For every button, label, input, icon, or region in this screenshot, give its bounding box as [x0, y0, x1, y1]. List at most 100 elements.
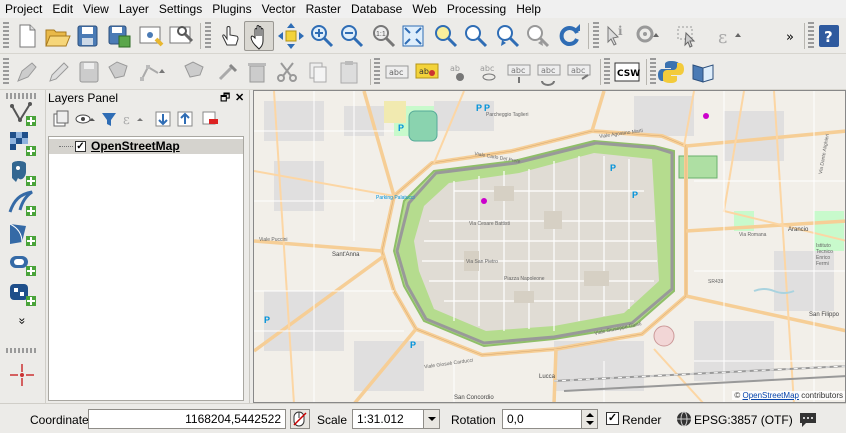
refresh-button[interactable]: [554, 21, 584, 51]
cut-features-button[interactable]: [272, 57, 302, 87]
open-project-button[interactable]: [42, 21, 72, 51]
composer-manager-button[interactable]: [166, 21, 196, 51]
touch-zoom-button[interactable]: [214, 21, 244, 51]
add-wms-layer-button[interactable]: [6, 218, 38, 248]
menu-database[interactable]: Database: [346, 0, 407, 18]
zoom-last-button[interactable]: [492, 21, 522, 51]
python-console-button[interactable]: [656, 57, 686, 87]
messages-icon[interactable]: [798, 410, 818, 428]
save-as-button[interactable]: [104, 21, 134, 51]
render-checkbox[interactable]: ✓: [606, 412, 619, 425]
osm-attribution-link[interactable]: OpenStreetMap: [742, 391, 798, 400]
map-canvas[interactable]: PP PP PP P Parcheggio Taglieri Viale Ago…: [253, 90, 846, 403]
add-feature-button[interactable]: [104, 57, 134, 87]
metasearch-button[interactable]: [688, 57, 718, 87]
copy-features-button[interactable]: [302, 57, 332, 87]
layer-row[interactable]: ✓ OpenStreetMap: [49, 139, 243, 154]
coordinate-field[interactable]: 1168204,5442522: [88, 409, 286, 429]
help-button[interactable]: ?: [816, 21, 842, 51]
node-tool-button[interactable]: [136, 57, 166, 87]
menu-plugins[interactable]: Plugins: [207, 0, 256, 18]
rotation-stepper[interactable]: [581, 410, 597, 428]
pan-to-selection-button[interactable]: [276, 21, 306, 51]
zoom-next-button[interactable]: [522, 21, 552, 51]
expand-all-icon[interactable]: [154, 109, 174, 129]
toolbar-grip[interactable]: [3, 22, 9, 50]
layer-name[interactable]: OpenStreetMap: [91, 139, 180, 154]
menu-vector[interactable]: Vector: [257, 0, 301, 18]
remove-layer-icon[interactable]: [200, 109, 220, 129]
zoom-full-button[interactable]: [398, 21, 428, 51]
gps-button[interactable]: [6, 360, 38, 390]
move-label-button[interactable]: abc: [504, 57, 534, 87]
scale-dropdown-button[interactable]: [423, 410, 439, 428]
rotation-spinbox[interactable]: 0,0: [502, 409, 598, 429]
rotate-label-button[interactable]: abc: [534, 57, 564, 87]
menu-project[interactable]: Project: [0, 0, 47, 18]
label-tool-button[interactable]: abc: [382, 57, 412, 87]
zoom-in-button[interactable]: [306, 21, 336, 51]
new-project-button[interactable]: [12, 21, 42, 51]
toolbar-grip[interactable]: [205, 22, 211, 50]
visibility-eye-icon[interactable]: [74, 109, 98, 129]
menu-processing[interactable]: Processing: [442, 0, 511, 18]
toolbar-grip[interactable]: [374, 58, 380, 86]
add-wcs-layer-button[interactable]: [6, 248, 38, 278]
float-panel-button[interactable]: 🗗: [220, 90, 230, 106]
label-tool-icon: abc: [385, 65, 409, 79]
add-spatialite-layer-button[interactable]: [6, 188, 38, 218]
delete-selected-button[interactable]: [242, 57, 272, 87]
svg-text:P: P: [398, 123, 404, 133]
menu-edit[interactable]: Edit: [47, 0, 78, 18]
expression-select-button[interactable]: ε: [712, 21, 742, 51]
close-panel-button[interactable]: ✕: [235, 90, 244, 106]
add-wfs-layer-button[interactable]: [6, 278, 38, 308]
toolbar-grip[interactable]: [3, 58, 9, 86]
identify-button[interactable]: i: [600, 21, 630, 51]
zoom-to-layer-button[interactable]: [460, 21, 490, 51]
add-raster-layer-button[interactable]: [6, 128, 38, 158]
add-postgis-layer-button[interactable]: [6, 158, 38, 188]
toggle-editing-button[interactable]: [42, 57, 72, 87]
zoom-out-button[interactable]: [336, 21, 366, 51]
csw-button[interactable]: CSW: [612, 57, 642, 87]
collapse-all-icon[interactable]: [176, 109, 196, 129]
toolbar-grip[interactable]: [604, 58, 610, 86]
show-pinned-button[interactable]: abc: [474, 57, 504, 87]
save-project-button[interactable]: [72, 21, 102, 51]
pan-map-button[interactable]: [244, 21, 274, 51]
show-hide-label-button[interactable]: ab: [444, 57, 474, 87]
paste-features-button[interactable]: [334, 57, 364, 87]
current-edits-button[interactable]: [12, 57, 42, 87]
add-vector-layer-button[interactable]: [6, 98, 38, 128]
zoom-to-selection-button[interactable]: [430, 21, 460, 51]
toolbar-overflow-button[interactable]: »: [782, 21, 802, 51]
menu-settings[interactable]: Settings: [154, 0, 207, 18]
node-move-button[interactable]: [212, 57, 242, 87]
zoom-native-button[interactable]: 1:1: [368, 21, 398, 51]
menu-view[interactable]: View: [78, 0, 114, 18]
toolbar-grip[interactable]: [6, 348, 38, 353]
crs-status[interactable]: EPSG:3857 (OTF): [694, 413, 793, 427]
filter-legend-icon[interactable]: [100, 109, 118, 129]
crs-globe-icon[interactable]: [676, 411, 692, 427]
select-button[interactable]: [672, 21, 702, 51]
toolbar-grip[interactable]: [593, 22, 599, 50]
toolbar-grip[interactable]: [808, 22, 814, 50]
add-group-icon[interactable]: [52, 109, 70, 129]
menu-web[interactable]: Web: [407, 0, 441, 18]
expand-chevron-button[interactable]: »: [6, 314, 38, 330]
change-label-button[interactable]: abc: [564, 57, 594, 87]
pin-label-button[interactable]: ab: [412, 57, 442, 87]
menu-layer[interactable]: Layer: [114, 0, 154, 18]
measure-button[interactable]: [632, 21, 662, 51]
layer-visibility-checkbox[interactable]: ✓: [75, 141, 86, 152]
toggle-extents-button[interactable]: [290, 409, 310, 429]
save-edits-button[interactable]: [74, 57, 104, 87]
move-feature-button[interactable]: [180, 57, 210, 87]
new-composer-button[interactable]: [136, 21, 166, 51]
expression-filter-icon[interactable]: ε: [120, 109, 148, 129]
menu-raster[interactable]: Raster: [301, 0, 346, 18]
menu-help[interactable]: Help: [511, 0, 546, 18]
scale-combo[interactable]: 1:31.012: [352, 409, 440, 429]
